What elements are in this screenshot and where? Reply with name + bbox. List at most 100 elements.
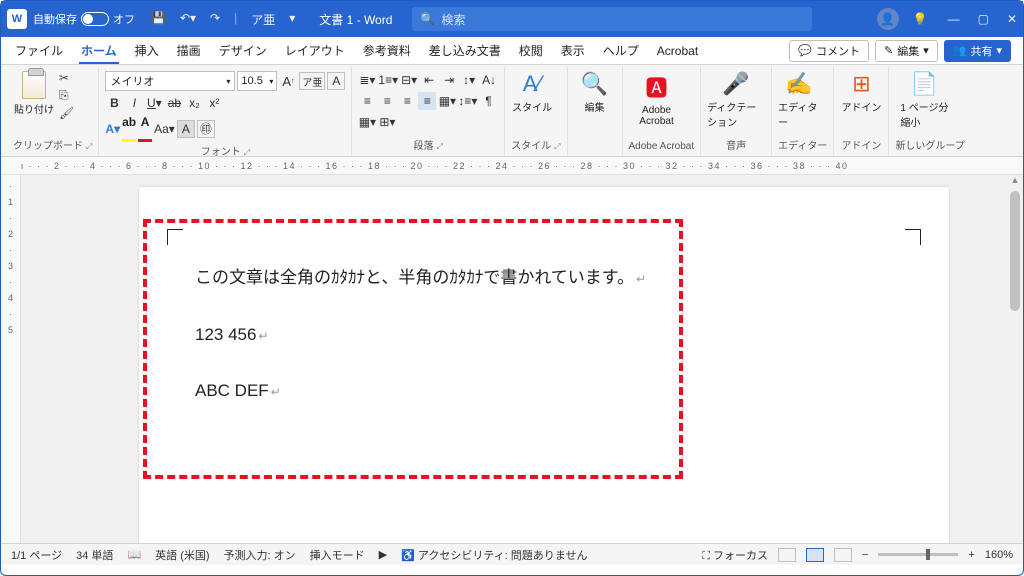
increase-indent-icon[interactable]: ⇥ <box>440 71 458 89</box>
vertical-scrollbar[interactable]: ▲ <box>1007 175 1023 543</box>
enclose-char-icon[interactable]: ㊞ <box>197 120 215 138</box>
align-center-icon[interactable]: ≡ <box>378 92 396 110</box>
font-color-icon[interactable]: A <box>138 115 152 142</box>
char-shading-icon[interactable]: A <box>177 120 195 138</box>
copy-icon[interactable]: ⎘ <box>59 88 74 103</box>
tab-acrobat[interactable]: Acrobat <box>655 40 700 62</box>
scrollbar-thumb[interactable] <box>1010 191 1020 311</box>
print-layout-icon[interactable] <box>806 548 824 562</box>
line-spacing-icon[interactable]: ↕≡▾ <box>458 92 477 110</box>
distribute-icon[interactable]: ▦▾ <box>438 92 456 110</box>
paste-button[interactable]: 貼り付け <box>13 71 55 116</box>
scroll-up-icon[interactable]: ▲ <box>1011 175 1020 185</box>
quick-access-toolbar: 💾 ↶▾ ↷ | ア亜 ▾ <box>147 9 299 30</box>
char-border-icon[interactable]: A <box>327 72 345 90</box>
format-painter-icon[interactable]: 🖌 <box>59 106 74 120</box>
text-line-1[interactable]: この文章は全角のｶﾀｶﾅと、半角のｶﾀｶﾅで書かれています。 <box>195 268 634 287</box>
zoom-out-icon[interactable]: − <box>862 549 868 561</box>
page-indicator[interactable]: 1/1 ページ <box>11 547 62 563</box>
undo-icon[interactable]: ↶▾ <box>176 9 200 30</box>
text-line-2[interactable]: 123 456 <box>195 325 256 344</box>
font-size-select[interactable]: 10.5▾ <box>237 71 277 91</box>
account-icon[interactable]: 👤 <box>877 8 899 30</box>
text-effects-icon[interactable]: A▾ <box>105 122 120 136</box>
qat-dropdown-icon[interactable]: ▾ <box>285 9 299 30</box>
multilevel-icon[interactable]: ⊟▾ <box>400 71 418 89</box>
editor-button[interactable]: ✍エディター <box>778 71 820 129</box>
cut-icon[interactable]: ✂ <box>59 71 74 85</box>
insert-mode[interactable]: 挿入モード <box>310 547 365 563</box>
bold-icon[interactable]: B <box>105 94 123 112</box>
page[interactable]: この文章は全角のｶﾀｶﾅと、半角のｶﾀｶﾅで書かれています。↵ 123 456↵… <box>139 187 949 543</box>
tab-mailings[interactable]: 差し込み文書 <box>427 38 503 63</box>
tab-references[interactable]: 参考資料 <box>361 38 413 63</box>
change-case-icon[interactable]: Aa▾ <box>154 120 175 138</box>
autosave-toggle[interactable]: 自動保存 オフ <box>33 11 135 27</box>
macro-icon[interactable]: ▶ <box>379 548 387 561</box>
search-box[interactable]: 🔍 検索 <box>412 7 812 31</box>
font-family-select[interactable]: メイリオ▾ <box>105 71 235 91</box>
read-mode-icon[interactable] <box>778 548 796 562</box>
share-button[interactable]: 👥 共有 ▾ <box>944 40 1011 62</box>
underline-icon[interactable]: U▾ <box>145 94 163 112</box>
web-layout-icon[interactable] <box>834 548 852 562</box>
bullets-icon[interactable]: ≣▾ <box>358 71 376 89</box>
align-left-icon[interactable]: ≡ <box>358 92 376 110</box>
tab-home[interactable]: ホーム <box>79 38 119 63</box>
align-right-icon[interactable]: ≡ <box>398 92 416 110</box>
decrease-indent-icon[interactable]: ⇤ <box>420 71 438 89</box>
tab-design[interactable]: デザイン <box>217 38 269 63</box>
justify-icon[interactable]: ≡ <box>418 92 436 110</box>
dictation-button[interactable]: 🎤ディクテーション <box>707 71 765 129</box>
document-content[interactable]: この文章は全角のｶﾀｶﾅと、半角のｶﾀｶﾅで書かれています。↵ 123 456↵… <box>195 263 646 433</box>
highlight-icon[interactable]: ab <box>122 115 136 142</box>
shrink-icon: 📄 <box>911 71 938 97</box>
show-marks-icon[interactable]: ¶ <box>479 92 497 110</box>
sort-icon[interactable]: A↓ <box>480 71 498 89</box>
document-canvas[interactable]: この文章は全角のｶﾀｶﾅと、半角のｶﾀｶﾅで書かれています。↵ 123 456↵… <box>21 175 1023 543</box>
zoom-slider[interactable] <box>878 553 958 556</box>
a11y-indicator[interactable]: ♿ アクセシビリティ: 問題ありません <box>401 547 587 563</box>
grow-font-icon[interactable]: A↑ <box>279 72 297 90</box>
shading-icon[interactable]: ▦▾ <box>358 113 376 131</box>
save-icon[interactable]: 💾 <box>147 9 170 30</box>
tab-insert[interactable]: 挿入 <box>133 38 161 63</box>
close-icon[interactable]: ✕ <box>1007 12 1017 26</box>
tab-view[interactable]: 表示 <box>559 38 587 63</box>
zoom-level[interactable]: 160% <box>985 549 1013 561</box>
maximize-icon[interactable]: ▢ <box>978 12 989 26</box>
borders-icon[interactable]: ⊞▾ <box>378 113 396 131</box>
tab-draw[interactable]: 描画 <box>175 38 203 63</box>
group-addin: ⊞アドイン アドイン <box>834 67 889 156</box>
tab-help[interactable]: ヘルプ <box>601 38 641 63</box>
shrink-page-button[interactable]: 📄1 ページ分 縮小 <box>895 71 953 129</box>
text-line-3[interactable]: ABC DEF <box>195 381 269 400</box>
superscript-icon[interactable]: x² <box>205 94 223 112</box>
zoom-in-icon[interactable]: + <box>968 549 974 561</box>
asian-layout-icon[interactable]: ↕▾ <box>460 71 478 89</box>
editing-button[interactable]: 🔍編集 <box>574 71 616 114</box>
spell-check-icon[interactable]: 📖 <box>127 548 141 561</box>
predict-indicator[interactable]: 予測入力: オン <box>224 547 296 563</box>
phonetic-guide-icon[interactable]: ア亜 <box>299 72 325 90</box>
vertical-ruler[interactable]: ·1·2·3·4·5 <box>1 175 21 543</box>
minimize-icon[interactable]: — <box>948 12 960 26</box>
redo-icon[interactable]: ↷ <box>206 9 224 30</box>
tab-review[interactable]: 校閲 <box>517 38 545 63</box>
tab-file[interactable]: ファイル <box>13 38 65 63</box>
addin-button[interactable]: ⊞アドイン <box>840 71 882 114</box>
styles-button[interactable]: A⁄スタイル <box>511 71 553 114</box>
comment-button[interactable]: 💬 コメント <box>789 40 869 62</box>
focus-mode[interactable]: ⛶ フォーカス <box>702 547 768 563</box>
italic-icon[interactable]: I <box>125 94 143 112</box>
tab-layout[interactable]: レイアウト <box>283 38 347 63</box>
numbering-icon[interactable]: 1≡▾ <box>378 71 398 89</box>
acrobat-button[interactable]: 🅰Adobe Acrobat <box>629 71 685 127</box>
subscript-icon[interactable]: x₂ <box>185 94 203 112</box>
word-count[interactable]: 34 単語 <box>76 547 113 563</box>
edit-mode-button[interactable]: ✎ 編集 ▾ <box>875 40 938 62</box>
az-button[interactable]: ア亜 <box>247 9 279 30</box>
help-icon[interactable]: 💡 <box>913 12 928 26</box>
strike-icon[interactable]: ab <box>165 94 183 112</box>
language-indicator[interactable]: 英語 (米国) <box>155 547 209 563</box>
